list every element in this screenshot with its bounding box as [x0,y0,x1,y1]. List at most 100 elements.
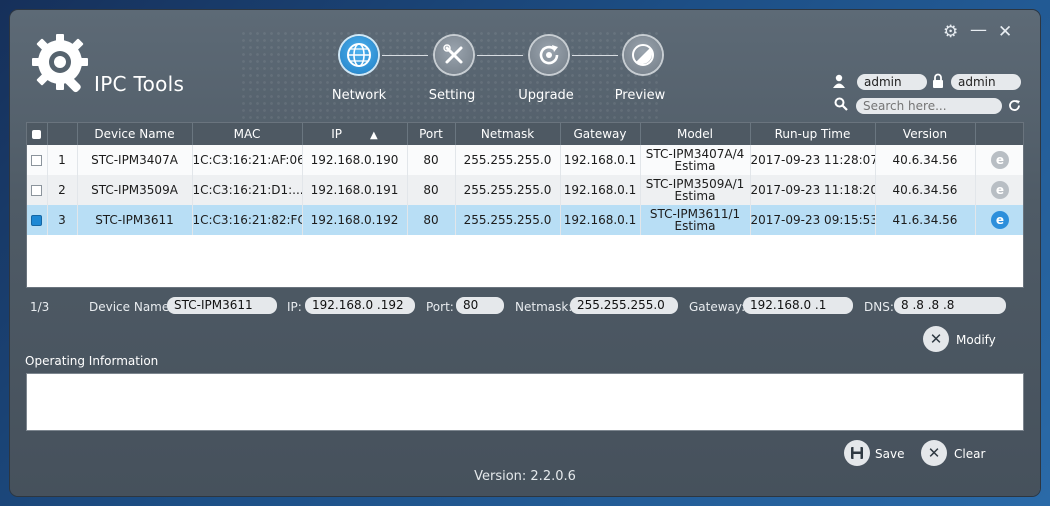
app-title: IPC Tools [94,72,185,96]
sort-ascending-icon: ▲ [370,130,378,141]
modify-label: Modify [956,333,996,347]
open-browser-icon[interactable]: e [991,211,1009,229]
port-cell: 80 [407,205,456,235]
netmask-field[interactable]: 255.255.255.0 [570,297,678,314]
app-version: Version: 2.2.0.6 [474,469,576,484]
version-cell: 40.6.34.56 [875,175,976,205]
row-index: 2 [47,175,78,205]
row-index: 3 [47,205,78,235]
col-header-version[interactable]: Version [875,123,976,145]
minimize-icon[interactable]: — [970,20,987,40]
device-name-cell: STC-IPM3611 [77,205,193,235]
ip-cell: 192.168.0.191 [302,175,408,205]
open-browser-icon[interactable]: e [991,151,1009,169]
select-all-header[interactable] [27,123,48,145]
device-name-cell: STC-IPM3407A [77,145,193,175]
model-line: Estima [674,189,716,203]
device-name-field[interactable]: STC-IPM3611 [167,297,277,314]
runup-time-cell: 2017-09-23 11:18:20 [750,175,876,205]
tools-icon: ✕ [923,326,949,352]
gateway-cell: 192.168.0.1 [560,175,641,205]
device-name-cell: STC-IPM3509A [77,175,193,205]
gateway-cell: 192.168.0.1 [560,145,641,175]
clear-x-icon: ✕ [921,440,947,466]
model-cell: STC-IPM3407A/4 Estima [640,145,751,175]
table-header-row: Device Name MAC IP ▲ Port Netmask Gateway… [27,123,1023,145]
step-upgrade-button[interactable] [530,36,568,74]
col-header-port[interactable]: Port [407,123,456,145]
step-connector [477,55,523,56]
open-browser-icon[interactable]: e [991,181,1009,199]
close-icon[interactable]: ✕ [998,22,1012,42]
operating-info-label: Operating Information [25,354,159,368]
col-header-ip[interactable]: IP ▲ [302,123,408,145]
step-preview-button[interactable] [624,36,662,74]
step-network-label: Network [331,88,387,103]
clear-button[interactable]: ✕ Clear [921,440,991,468]
ip-cell: 192.168.0.190 [302,145,408,175]
gateway-field[interactable]: 192.168.0 .1 [743,297,853,314]
table-row-selected[interactable]: 3 STC-IPM3611 1C:C3:16:21:82:FC 192.168.… [27,205,1023,235]
step-upgrade-label: Upgrade [518,88,574,103]
dns-field[interactable]: 8 .8 .8 .8 [894,297,1006,314]
port-label: Port: [426,300,454,314]
lock-icon [933,73,943,88]
ip-cell: 192.168.0.192 [302,205,408,235]
step-setting-button[interactable] [435,36,473,74]
port-field[interactable]: 80 [456,297,504,314]
device-count: 1/3 [30,300,50,314]
model-cell: STC-IPM3509A/1 Estima [640,175,751,205]
search-input[interactable] [856,98,1002,114]
dns-label: DNS: [864,300,894,314]
step-setting-label: Setting [428,88,476,103]
col-header-action [975,123,1023,145]
col-header-ip-label: IP [331,127,343,141]
username-field[interactable]: admin [857,74,927,90]
operating-info-box [26,373,1024,431]
row-checkbox[interactable] [31,185,43,196]
step-connector [572,55,618,56]
tools-icon [443,44,463,64]
col-header-runup-time[interactable]: Run-up Time [750,123,876,145]
col-header-netmask[interactable]: Netmask [455,123,561,145]
model-line: Estima [674,219,716,233]
col-header-model[interactable]: Model [640,123,751,145]
runup-time-cell: 2017-09-23 11:28:07 [750,145,876,175]
device-name-label: Device Name: [89,300,174,314]
gateway-cell: 192.168.0.1 [560,205,641,235]
col-header-gateway[interactable]: Gateway [560,123,641,145]
save-label: Save [875,447,905,461]
ip-field[interactable]: 192.168.0 .192 [305,297,415,314]
row-checkbox[interactable] [31,215,43,226]
netmask-cell: 255.255.255.0 [455,175,561,205]
password-field[interactable]: admin [951,74,1021,90]
col-header-mac[interactable]: MAC [192,123,303,145]
table-row[interactable]: 1 STC-IPM3407A 1C:C3:16:21:AF:06 192.168… [27,145,1023,175]
version-cell: 40.6.34.56 [875,145,976,175]
refresh-icon [539,45,559,65]
device-table: Device Name MAC IP ▲ Port Netmask Gateway… [26,122,1024,288]
step-network-button[interactable] [340,36,378,74]
app-window: IPC Tools ⚙ — ✕ Network Setting Upgrade … [10,10,1040,496]
mac-cell: 1C:C3:16:21:AF:06 [192,145,303,175]
save-button[interactable]: Save [844,440,914,468]
select-all-checkbox[interactable] [32,130,42,139]
globe-icon [347,43,371,67]
runup-time-cell: 2017-09-23 09:15:53 [750,205,876,235]
netmask-cell: 255.255.255.0 [455,145,561,175]
refresh-search-icon[interactable] [1007,98,1022,113]
modify-button[interactable]: ✕ Modify [923,326,1003,354]
port-cell: 80 [407,145,456,175]
clear-label: Clear [954,447,986,461]
save-disk-icon [844,440,870,466]
row-index: 1 [47,145,78,175]
mac-cell: 1C:C3:16:21:D1:... [192,175,303,205]
step-connector [382,55,428,56]
row-checkbox[interactable] [31,155,43,166]
gateway-label: Gateway: [689,300,746,314]
col-header-device-name[interactable]: Device Name [77,123,193,145]
settings-gear-icon[interactable]: ⚙ [943,22,958,42]
table-row[interactable]: 2 STC-IPM3509A 1C:C3:16:21:D1:... 192.16… [27,175,1023,205]
mac-cell: 1C:C3:16:21:82:FC [192,205,303,235]
model-cell: STC-IPM3611/1 Estima [640,205,751,235]
